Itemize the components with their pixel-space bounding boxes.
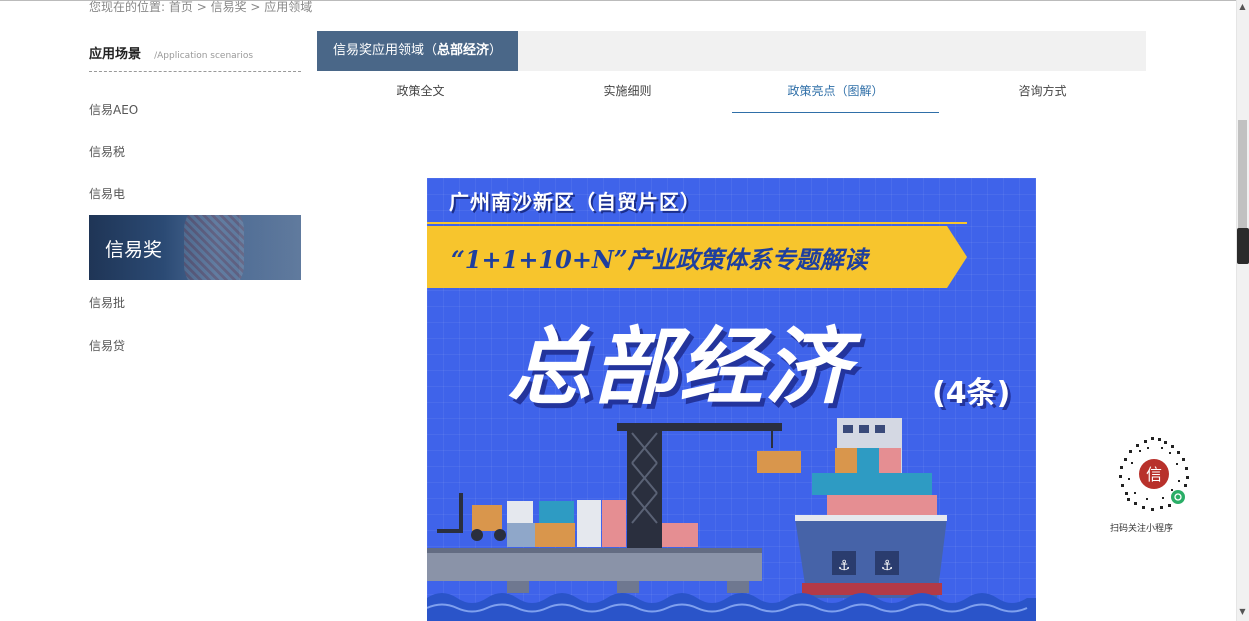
tab-implementation-rules[interactable]: 实施细则	[524, 71, 731, 113]
svg-text:信: 信	[1146, 465, 1162, 484]
svg-text:⚓: ⚓	[881, 558, 894, 574]
sidebar-active-decoration	[184, 215, 244, 280]
tab-policy-full-text[interactable]: 政策全文	[317, 71, 524, 113]
sidebar-title-en: /Application scenarios	[154, 51, 254, 61]
sidebar-item-approval[interactable]: 信易批	[89, 294, 125, 311]
sidebar-item-loan[interactable]: 信易贷	[89, 337, 125, 354]
tab-contact[interactable]: 咨询方式	[939, 71, 1146, 113]
sidebar-item-reward-active[interactable]: 信易奖	[89, 215, 301, 280]
qr-label: 扫码关注小程序	[1110, 524, 1174, 534]
dock-pillar	[507, 581, 529, 593]
sidebar-item-label: 信易奖	[105, 239, 163, 261]
sidebar-title-cn: 应用场景	[89, 47, 142, 62]
cargo-ship-illustration: ⚓ ⚓	[795, 418, 947, 598]
scroll-down-arrow-icon[interactable]: ▼	[1237, 607, 1248, 617]
section-header-bar: 信易奖应用领域（总部经济）	[317, 31, 1146, 71]
side-toolbar-handle[interactable]	[1237, 228, 1249, 264]
dock-pillar	[617, 581, 639, 593]
breadcrumb: 您现在的位置: 首页 > 信易奖 > 应用领域	[89, 0, 312, 15]
page-scrollbar[interactable]	[1236, 0, 1249, 621]
section-header-tab: 信易奖应用领域（总部经济）	[317, 31, 518, 71]
breadcrumb-prefix: 您现在的位置:	[89, 0, 166, 14]
sidebar-active-decoration-2	[239, 215, 301, 280]
poster-banner-tip	[947, 226, 967, 288]
poster-banner-line	[427, 222, 967, 224]
scroll-up-arrow-icon[interactable]: ▲	[1237, 2, 1248, 12]
policy-poster-image: 广州南沙新区（自贸片区） “1+1+10+N”产业政策体系专题解读 总部经济 (…	[427, 178, 1036, 621]
forklift-illustration	[437, 493, 506, 541]
sidebar-item-tax[interactable]: 信易税	[89, 143, 125, 160]
breadcrumb-current: 应用领域	[264, 0, 313, 14]
dock	[427, 551, 762, 581]
sidebar-item-aeo[interactable]: 信易AEO	[89, 101, 138, 118]
poster-banner-text: “1+1+10+N”产业政策体系专题解读	[451, 245, 868, 274]
poster-top-line: 广州南沙新区（自贸片区）	[449, 190, 701, 214]
sidebar-item-electricity[interactable]: 信易电	[89, 185, 125, 202]
mini-program-qr-icon[interactable]: 信	[1114, 434, 1194, 514]
policy-tabs: 政策全文 实施细则 政策亮点（图解） 咨询方式	[317, 71, 1146, 114]
section-header-prefix: 信易奖应用领域（	[333, 43, 438, 58]
svg-text:⚓: ⚓	[838, 558, 851, 574]
dock-containers	[507, 500, 698, 547]
scrollbar-thumb[interactable]	[1238, 120, 1247, 230]
crane-illustration	[617, 423, 801, 553]
tab-policy-highlights[interactable]: 政策亮点（图解）	[732, 71, 939, 113]
section-header-bold: 总部经济	[437, 43, 490, 58]
breadcrumb-separator: >	[246, 0, 265, 14]
dock-edge	[427, 548, 762, 553]
breadcrumb-home[interactable]: 首页	[169, 0, 193, 14]
port-illustration: ⚓ ⚓	[427, 418, 1036, 621]
sidebar-title: 应用场景 /Application scenarios	[89, 43, 301, 72]
dock-pillar	[727, 581, 749, 593]
section-header-suffix: ）	[489, 43, 503, 58]
breadcrumb-xinyijiang[interactable]: 信易奖	[211, 0, 247, 14]
breadcrumb-separator: >	[192, 0, 211, 14]
